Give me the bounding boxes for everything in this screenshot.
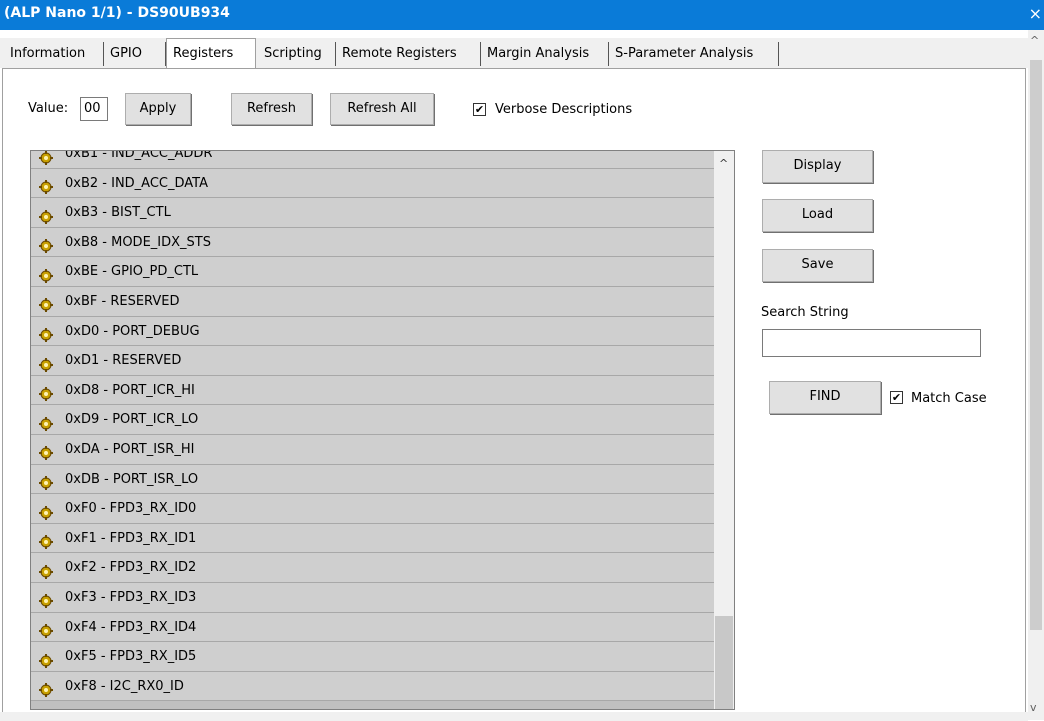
- register-row-label: 0xD8 - PORT_ICR_HI: [65, 382, 195, 398]
- register-gear-icon: [39, 502, 53, 520]
- apply-button[interactable]: Apply: [125, 93, 191, 125]
- register-row[interactable]: 0xF5 - FPD3_RX_ID5: [31, 642, 714, 672]
- register-row[interactable]: 0xBE - GPIO_PD_CTL: [31, 257, 714, 287]
- register-row[interactable]: 0xF3 - FPD3_RX_ID3: [31, 582, 714, 613]
- register-gear-icon: [39, 561, 53, 579]
- register-row-label: 0xF8 - I2C_RX0_ID: [65, 678, 184, 694]
- register-gear-icon: [39, 472, 53, 491]
- refresh-all-button[interactable]: Refresh All: [330, 93, 434, 125]
- register-list[interactable]: 0xB1 - IND_ACC_ADDR 0xB2 - IND_ACC_DATA 0x…: [30, 150, 735, 710]
- register-gear-icon: [39, 620, 53, 638]
- register-row-label: 0xD0 - PORT_DEBUG: [65, 323, 200, 339]
- display-button[interactable]: Display: [762, 150, 873, 183]
- register-gear-icon: [39, 294, 53, 313]
- tab-remote-registers[interactable]: Remote Registers: [336, 42, 481, 66]
- register-gear-icon: [39, 206, 53, 224]
- register-gear-icon: [39, 176, 53, 195]
- verbose-checkbox[interactable]: ✔: [473, 103, 486, 116]
- tab-gpio[interactable]: GPIO: [104, 42, 166, 66]
- register-row-label: 0xB1 - IND_ACC_ADDR: [65, 150, 213, 161]
- tab-s-parameter-analysis[interactable]: S-Parameter Analysis: [609, 42, 779, 66]
- register-row-label: 0xDA - PORT_ISR_HI: [65, 441, 195, 457]
- match-case-label: Match Case: [911, 391, 987, 406]
- register-row-label: 0xBF - RESERVED: [65, 293, 180, 309]
- verbose-label: Verbose Descriptions: [495, 102, 633, 117]
- register-row[interactable]: 0xD8 - PORT_ICR_HI: [31, 375, 714, 406]
- register-row[interactable]: 0xB2 - IND_ACC_DATA: [31, 168, 714, 199]
- search-string-label: Search String: [761, 305, 849, 320]
- status-bar: [0, 712, 1028, 721]
- register-gear-icon: [39, 531, 53, 550]
- register-gear-icon: [39, 650, 53, 668]
- register-row-label: 0xF2 - FPD3_RX_ID2: [65, 560, 197, 576]
- refresh-button[interactable]: Refresh: [231, 93, 312, 125]
- register-row[interactable]: 0xF8 - I2C_RX0_ID: [31, 671, 714, 702]
- register-row[interactable]: 0xBF - RESERVED: [31, 286, 714, 317]
- register-row-label: 0xD9 - PORT_ICR_LO: [65, 412, 199, 428]
- register-row-label: 0xB2 - IND_ACC_DATA: [65, 175, 208, 191]
- tab-registers[interactable]: Registers: [166, 38, 256, 68]
- window-title: (ALP Nano 1/1) - DS90UB934: [4, 5, 230, 21]
- register-row[interactable]: 0xD1 - RESERVED: [31, 346, 714, 376]
- register-gear-icon: [39, 590, 53, 609]
- register-gear-icon: [39, 265, 53, 283]
- register-gear-icon: [39, 324, 53, 343]
- register-gear-icon: [39, 235, 53, 254]
- register-gear-icon: [39, 151, 53, 165]
- register-gear-icon: [39, 442, 53, 461]
- search-input[interactable]: [762, 329, 981, 357]
- register-row-label: 0xB8 - MODE_IDX_STS: [65, 234, 211, 250]
- register-row-label: 0xF3 - FPD3_RX_ID3: [65, 589, 197, 605]
- save-button[interactable]: Save: [762, 249, 873, 282]
- register-row[interactable]: 0xF1 - FPD3_RX_ID1: [31, 523, 714, 554]
- scroll-up-icon[interactable]: ^: [1030, 34, 1039, 47]
- tab-information[interactable]: Information: [4, 42, 104, 66]
- scroll-down-icon[interactable]: v: [1030, 701, 1037, 714]
- register-row[interactable]: 0xD0 - PORT_DEBUG: [31, 316, 714, 347]
- register-row-label: 0xF1 - FPD3_RX_ID1: [65, 530, 197, 546]
- find-button[interactable]: FIND: [769, 381, 881, 414]
- tab-strip: Information GPIO Registers Scripting Rem…: [0, 38, 1030, 68]
- register-row-label: 0xB3 - BIST_CTL: [65, 205, 171, 221]
- list-scrollbar-thumb[interactable]: [715, 616, 733, 709]
- register-row[interactable]: 0xDB - PORT_ISR_LO: [31, 464, 714, 495]
- match-case-checkbox[interactable]: ✔: [890, 391, 903, 404]
- list-scroll-up-icon[interactable]: ^: [719, 157, 728, 170]
- register-row-label: 0xBE - GPIO_PD_CTL: [65, 264, 199, 280]
- register-row[interactable]: 0xD9 - PORT_ICR_LO: [31, 405, 714, 435]
- register-row-label: 0xF0 - FPD3_RX_ID0: [65, 501, 197, 517]
- load-button[interactable]: Load: [762, 199, 873, 232]
- register-row[interactable]: 0xB3 - BIST_CTL: [31, 198, 714, 228]
- value-label: Value:: [28, 101, 69, 116]
- register-row[interactable]: 0xB8 - MODE_IDX_STS: [31, 227, 714, 258]
- register-gear-icon: [39, 383, 53, 402]
- register-row[interactable]: 0xB1 - IND_ACC_ADDR: [31, 150, 714, 169]
- window-scrollbar[interactable]: ^ v: [1028, 30, 1044, 720]
- list-scrollbar[interactable]: ^: [714, 151, 734, 709]
- close-icon[interactable]: ×: [1029, 4, 1042, 23]
- register-gear-icon: [39, 679, 53, 698]
- register-row[interactable]: 0xF2 - FPD3_RX_ID2: [31, 553, 714, 583]
- register-gear-icon: [39, 354, 53, 372]
- register-row-label: 0xF4 - FPD3_RX_ID4: [65, 619, 197, 635]
- register-row-label: 0xF5 - FPD3_RX_ID5: [65, 649, 197, 665]
- title-bar: (ALP Nano 1/1) - DS90UB934 ×: [0, 0, 1044, 30]
- register-row[interactable]: 0xDA - PORT_ISR_HI: [31, 434, 714, 465]
- tab-margin-analysis[interactable]: Margin Analysis: [481, 42, 609, 66]
- register-row[interactable]: 0xF0 - FPD3_RX_ID0: [31, 494, 714, 524]
- register-rows: 0xB1 - IND_ACC_ADDR 0xB2 - IND_ACC_DATA 0x…: [31, 150, 714, 702]
- value-input[interactable]: 00: [80, 97, 108, 121]
- tab-scripting[interactable]: Scripting: [258, 42, 336, 66]
- register-row-label: 0xD1 - RESERVED: [65, 353, 182, 369]
- register-gear-icon: [39, 413, 53, 431]
- scrollbar-thumb[interactable]: [1030, 60, 1042, 630]
- register-row-label: 0xDB - PORT_ISR_LO: [65, 471, 199, 487]
- register-row[interactable]: 0xF4 - FPD3_RX_ID4: [31, 612, 714, 643]
